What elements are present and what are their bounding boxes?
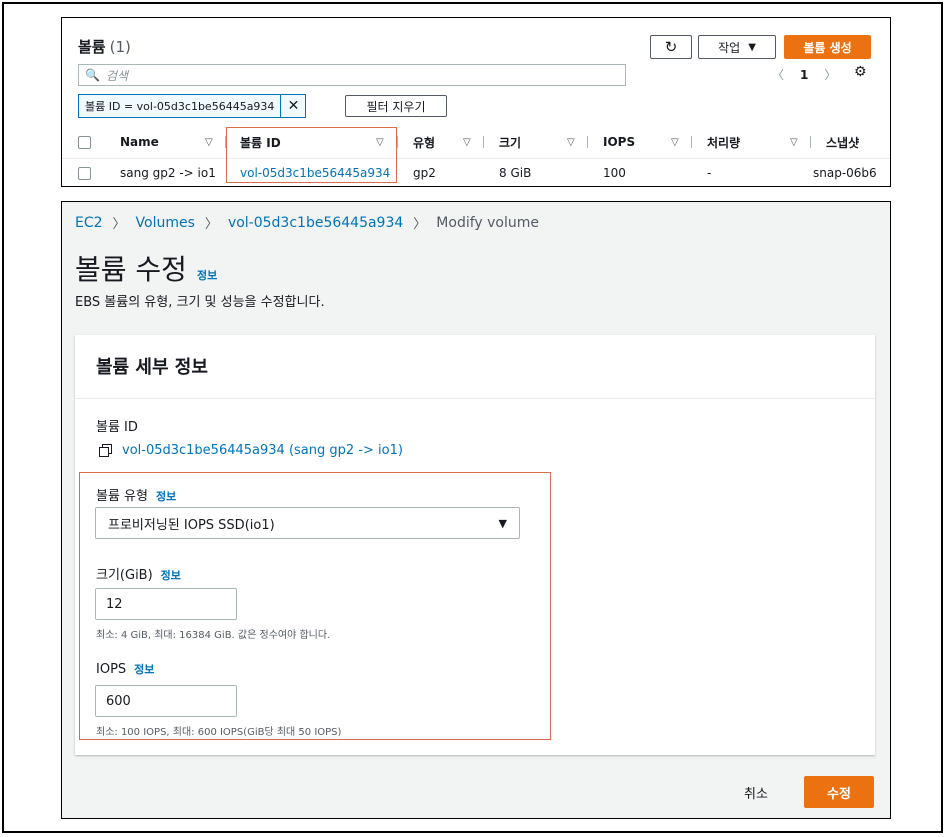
size-label-text: 크기(GiB): [96, 568, 153, 583]
volume-type-select[interactable]: 프로비저닝된 IOPS SSD(io1) ▼: [95, 507, 520, 539]
row-type: gp2: [413, 166, 436, 180]
modify-volume-panel: EC2 〉 Volumes 〉 vol-05d3c1be56445a934 〉 …: [61, 201, 891, 819]
table-row[interactable]: sang gp2 -> io1 vol-05d3c1be56445a934 gp…: [62, 158, 890, 186]
size-label: 크기(GiB) 정보: [96, 564, 181, 583]
search-input[interactable]: 🔍 검색: [78, 64, 626, 86]
refresh-icon: ↻: [664, 38, 678, 56]
column-header-name[interactable]: Name: [120, 128, 159, 156]
iops-input[interactable]: 600: [95, 685, 237, 717]
column-header-snapshot[interactable]: 스냅샷: [826, 128, 859, 156]
column-header-iops[interactable]: IOPS: [603, 128, 635, 156]
sort-icon[interactable]: ▽: [205, 128, 213, 156]
breadcrumb-volume-id[interactable]: vol-05d3c1be56445a934: [228, 215, 403, 231]
search-icon: 🔍: [85, 68, 100, 82]
cancel-button[interactable]: 취소: [744, 783, 768, 802]
sort-icon[interactable]: ▽: [671, 128, 679, 156]
volumes-header: 볼륨 (1): [78, 36, 131, 57]
volume-id-label: 볼륨 ID: [96, 420, 138, 435]
row-checkbox[interactable]: [78, 159, 91, 186]
filter-chip: 볼륨 ID = vol-05d3c1be56445a934 ✕: [78, 94, 307, 118]
breadcrumb-volumes[interactable]: Volumes: [136, 215, 195, 231]
iops-label: IOPS 정보: [96, 661, 154, 677]
row-name: sang gp2 -> io1: [120, 166, 216, 180]
volume-type-label: 볼륨 유형 정보: [96, 485, 176, 504]
column-header-size[interactable]: 크기: [499, 128, 521, 156]
table-header-row: Name ▽ 볼륨 ID ▽ 유형 ▽ 크기 ▽ IOPS ▽ 처리량 ▽ 스냅…: [62, 128, 890, 156]
size-input[interactable]: 12: [95, 588, 237, 620]
column-divider: [483, 136, 484, 148]
row-snapshot: snap-06b6: [813, 166, 877, 180]
column-divider: [397, 136, 398, 148]
row-iops: 100: [603, 166, 626, 180]
search-placeholder: 검색: [105, 68, 129, 83]
create-volume-button[interactable]: 볼륨 생성: [784, 35, 871, 59]
page-subtitle: EBS 볼륨의 유형, 크기 및 성능을 수정합니다.: [75, 295, 325, 310]
sort-icon[interactable]: ▽: [790, 128, 798, 156]
breadcrumb-current: Modify volume: [436, 214, 539, 231]
volume-type-label-text: 볼륨 유형: [96, 489, 148, 504]
page-title: 볼륨 수정 정보: [75, 248, 217, 288]
volume-id-column-highlight: [226, 127, 397, 183]
gear-icon[interactable]: ⚙: [854, 64, 867, 80]
breadcrumb-ec2[interactable]: EC2: [75, 215, 103, 231]
card-header: 볼륨 세부 정보: [75, 335, 875, 399]
refresh-button[interactable]: ↻: [650, 35, 692, 59]
iops-label-text: IOPS: [96, 662, 127, 677]
page-title-text: 볼륨 수정: [75, 253, 187, 286]
modify-button[interactable]: 수정: [804, 776, 874, 808]
volume-id-value: vol-05d3c1be56445a934 (sang gp2 -> io1): [99, 443, 403, 458]
row-throughput: -: [707, 166, 712, 180]
volumes-title: 볼륨: [78, 38, 106, 56]
volume-details-card: 볼륨 세부 정보 볼륨 ID vol-05d3c1be56445a934 (sa…: [75, 335, 875, 755]
column-header-throughput[interactable]: 처리량: [707, 128, 740, 156]
volume-type-info-link[interactable]: 정보: [156, 490, 176, 503]
chevron-right-icon: 〉: [204, 217, 218, 232]
card-title: 볼륨 세부 정보: [96, 357, 208, 378]
row-size: 8 GiB: [499, 166, 532, 180]
size-info-link[interactable]: 정보: [161, 569, 181, 582]
volumes-list-panel: 볼륨 (1) ↻ 작업 ▼ 볼륨 생성 🔍 검색 〈 1 〉 ⚙ 볼륨 ID = v…: [61, 17, 891, 187]
clear-filter-button[interactable]: 필터 지우기: [345, 95, 447, 117]
actions-button[interactable]: 작업 ▼: [698, 35, 776, 59]
volume-id-link[interactable]: vol-05d3c1be56445a934 (sang gp2 -> io1): [122, 443, 403, 458]
caret-down-icon: ▼: [498, 516, 507, 530]
sort-icon[interactable]: ▽: [463, 128, 471, 156]
chevron-right-icon: 〉: [413, 217, 427, 232]
column-divider: [587, 136, 588, 148]
sort-icon[interactable]: ▽: [567, 128, 575, 156]
copy-icon[interactable]: [99, 444, 112, 457]
iops-info-link[interactable]: 정보: [134, 663, 154, 676]
filter-chip-text: 볼륨 ID = vol-05d3c1be56445a934: [85, 100, 275, 113]
breadcrumb: EC2 〉 Volumes 〉 vol-05d3c1be56445a934 〉 …: [75, 213, 539, 233]
column-divider: [691, 136, 692, 148]
volume-type-selected: 프로비저닝된 IOPS SSD(io1): [108, 517, 275, 533]
size-hint: 최소: 4 GiB, 최대: 16384 GiB. 값은 정수여야 합니다.: [96, 630, 331, 641]
page-number[interactable]: 1: [800, 68, 808, 82]
prev-page-icon[interactable]: 〈: [772, 66, 784, 83]
caret-down-icon: ▼: [748, 41, 756, 53]
volumes-count: (1): [109, 38, 131, 56]
chevron-right-icon: 〉: [112, 217, 126, 232]
column-divider: [810, 136, 811, 148]
pagination: 〈 1 〉: [772, 66, 836, 83]
actions-label: 작업: [718, 40, 741, 55]
column-header-type[interactable]: 유형: [413, 128, 435, 156]
select-all-checkbox[interactable]: [78, 128, 91, 156]
next-page-icon[interactable]: 〉: [824, 66, 836, 83]
close-icon[interactable]: ✕: [280, 95, 305, 117]
iops-hint: 최소: 100 IOPS, 최대: 600 IOPS(GiB당 최대 50 IO…: [96, 727, 342, 738]
page-info-link[interactable]: 정보: [197, 269, 217, 282]
